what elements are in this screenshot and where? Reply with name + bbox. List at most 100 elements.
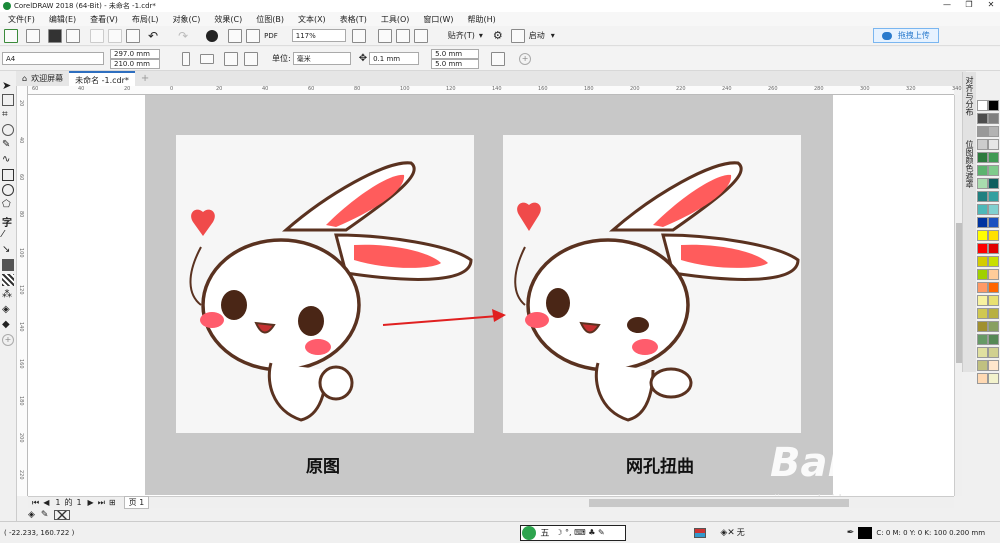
palette-swatch[interactable] bbox=[988, 100, 999, 111]
minimize-button[interactable]: — bbox=[940, 0, 954, 12]
palette-swatch[interactable] bbox=[988, 230, 999, 241]
menu-item-2[interactable]: 查看(V) bbox=[90, 14, 118, 25]
launch-menu[interactable]: 启动 bbox=[529, 30, 545, 41]
pdf-icon[interactable]: PDF bbox=[264, 32, 278, 40]
menu-item-8[interactable]: 表格(T) bbox=[340, 14, 367, 25]
palette-swatch[interactable] bbox=[988, 256, 999, 267]
document-color-icon[interactable] bbox=[694, 527, 707, 538]
menu-item-3[interactable]: 布局(L) bbox=[132, 14, 159, 25]
palette-swatch[interactable] bbox=[977, 334, 988, 345]
palette-swatch[interactable] bbox=[977, 165, 988, 176]
full-screen-icon[interactable] bbox=[351, 28, 366, 43]
palette-swatch[interactable] bbox=[988, 334, 999, 345]
palette-swatch[interactable] bbox=[977, 282, 988, 293]
grid-icon[interactable] bbox=[395, 28, 410, 43]
fill-icon[interactable]: ◈ bbox=[28, 510, 35, 520]
palette-swatch[interactable] bbox=[977, 347, 988, 358]
export-icon[interactable] bbox=[246, 28, 261, 43]
duplicate-y-field[interactable]: 5.0 mm bbox=[431, 58, 480, 69]
all-pages-icon[interactable] bbox=[224, 51, 238, 66]
shape-tool-icon[interactable] bbox=[2, 94, 14, 106]
menu-item-11[interactable]: 帮助(H) bbox=[468, 14, 496, 25]
outline-color-swatch[interactable] bbox=[858, 526, 873, 539]
palette-swatch[interactable] bbox=[977, 295, 988, 306]
tab-bitmap-color-mask[interactable]: 位图颜色遮罩 bbox=[964, 140, 975, 188]
palette-swatch[interactable] bbox=[988, 178, 999, 189]
print-icon[interactable] bbox=[66, 28, 80, 43]
palette-swatch[interactable] bbox=[988, 113, 999, 124]
vertical-scrollbar[interactable] bbox=[954, 95, 962, 496]
h-scroll-thumb[interactable] bbox=[589, 498, 850, 507]
palette-swatch[interactable] bbox=[988, 321, 999, 332]
paste-icon[interactable] bbox=[126, 28, 140, 43]
open-icon[interactable] bbox=[26, 28, 40, 43]
palette-swatch[interactable] bbox=[977, 373, 988, 384]
scroll-thumb[interactable] bbox=[956, 223, 962, 363]
menu-item-5[interactable]: 效果(C) bbox=[214, 14, 242, 25]
palette-swatch[interactable] bbox=[977, 191, 988, 202]
palette-swatch[interactable] bbox=[988, 308, 999, 319]
first-page-icon[interactable]: ⏮ bbox=[32, 498, 39, 508]
close-button[interactable]: ✕ bbox=[984, 0, 998, 12]
menu-item-1[interactable]: 编辑(E) bbox=[49, 14, 76, 25]
ellipse-tool-icon[interactable] bbox=[2, 184, 14, 196]
palette-swatch[interactable] bbox=[977, 139, 988, 150]
duplicate-x-field[interactable]: 5.0 mm bbox=[431, 48, 480, 59]
palette-swatch[interactable] bbox=[988, 295, 999, 306]
palette-swatch[interactable] bbox=[988, 269, 999, 280]
current-page-icon[interactable] bbox=[244, 51, 258, 66]
artistic-media-icon[interactable]: ∿ bbox=[2, 154, 14, 166]
page-border-icon[interactable] bbox=[491, 51, 506, 66]
rulers-icon[interactable] bbox=[377, 28, 392, 43]
zoom-field[interactable]: 117% bbox=[291, 29, 346, 42]
palette-swatch[interactable] bbox=[988, 282, 999, 293]
crop-tool-icon[interactable]: ⌗ bbox=[2, 109, 14, 121]
palette-swatch[interactable] bbox=[977, 360, 988, 371]
drop-shadow-icon[interactable] bbox=[2, 259, 14, 271]
palette-swatch[interactable] bbox=[977, 217, 988, 228]
add-icon[interactable]: + bbox=[519, 52, 532, 65]
palette-swatch[interactable] bbox=[988, 126, 999, 137]
undo-icon[interactable]: ↶ bbox=[148, 29, 158, 43]
palette-swatch[interactable] bbox=[977, 321, 988, 332]
palette-swatch[interactable] bbox=[988, 360, 999, 371]
palette-swatch[interactable] bbox=[977, 178, 988, 189]
menu-item-10[interactable]: 窗口(W) bbox=[423, 14, 453, 25]
add-tab-icon[interactable]: + bbox=[141, 73, 149, 84]
palette-swatch[interactable] bbox=[977, 126, 988, 137]
ime-toolbar[interactable]: 五 ☽ °, ⌨ ♣ ✎ bbox=[520, 524, 627, 541]
cut-icon[interactable] bbox=[90, 28, 104, 43]
palette-swatch[interactable] bbox=[977, 230, 988, 241]
last-page-icon[interactable]: ⏭ bbox=[98, 498, 105, 508]
pick-tool-icon[interactable]: ➤ bbox=[2, 79, 14, 92]
zoom-tool-icon[interactable] bbox=[2, 124, 14, 136]
palette-swatch[interactable] bbox=[977, 204, 988, 215]
eyedropper-icon[interactable]: ⁂ bbox=[2, 289, 14, 301]
launch-icon[interactable] bbox=[510, 28, 525, 43]
page-width-field[interactable]: 297.0 mm bbox=[110, 48, 160, 59]
palette-swatch[interactable] bbox=[977, 113, 988, 124]
import-icon[interactable] bbox=[228, 28, 243, 43]
palette-swatch[interactable] bbox=[977, 100, 988, 111]
rectangle-tool-icon[interactable] bbox=[2, 169, 14, 181]
guidelines-icon[interactable] bbox=[413, 28, 428, 43]
menu-item-9[interactable]: 工具(O) bbox=[381, 14, 410, 25]
portrait-icon[interactable] bbox=[182, 51, 190, 66]
page-tab[interactable]: 页 1 bbox=[123, 496, 150, 509]
palette-swatch[interactable] bbox=[988, 191, 999, 202]
units-select[interactable]: 毫米 bbox=[292, 52, 351, 65]
original-image[interactable] bbox=[176, 135, 474, 433]
tab-welcome[interactable]: ⌂ 欢迎屏幕 bbox=[16, 71, 69, 86]
nudge-field[interactable]: 0.1 mm bbox=[369, 52, 420, 65]
search-content-icon[interactable] bbox=[206, 29, 219, 42]
snap-to-menu[interactable]: 贴齐(T) bbox=[448, 30, 475, 41]
palette-swatch[interactable] bbox=[977, 308, 988, 319]
polygon-tool-icon[interactable]: ⬠ bbox=[2, 199, 14, 211]
interactive-fill-icon[interactable]: ◈ bbox=[2, 304, 14, 316]
gear-icon[interactable]: ⚙ bbox=[493, 29, 503, 42]
menu-item-0[interactable]: 文件(F) bbox=[8, 14, 35, 25]
copy-icon[interactable] bbox=[108, 28, 122, 43]
vertical-ruler[interactable]: 20 40 60 80 100 120 140 160 180 200 220 bbox=[17, 86, 28, 496]
tab-document[interactable]: 未命名 -1.cdr* bbox=[69, 71, 135, 86]
palette-swatch[interactable] bbox=[977, 243, 988, 254]
